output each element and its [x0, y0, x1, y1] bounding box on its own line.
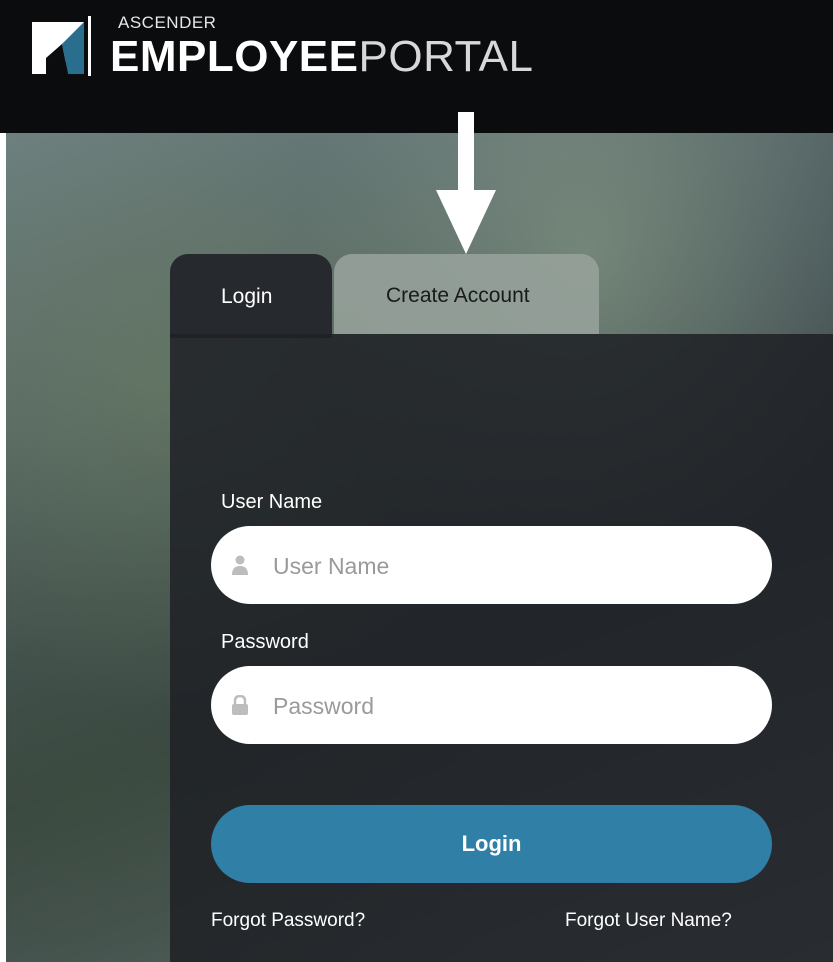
tab-create-account-label: Create Account — [386, 284, 530, 307]
password-field[interactable]: Password — [211, 666, 772, 744]
user-icon — [232, 555, 248, 575]
password-placeholder: Password — [273, 693, 374, 719]
login-button[interactable]: Login — [211, 805, 772, 883]
tab-login-label: Login — [221, 285, 273, 308]
logo-title-light: PORTAL — [358, 32, 534, 81]
app-header: ASCENDER EMPLOYEEPORTAL — [0, 0, 833, 133]
lock-icon — [232, 695, 248, 715]
logo-title: EMPLOYEEPORTAL — [110, 32, 533, 82]
logo-subtitle: ASCENDER — [118, 13, 217, 32]
forgot-password-link[interactable]: Forgot Password? — [211, 910, 365, 932]
username-label: User Name — [221, 491, 323, 513]
username-field[interactable]: User Name — [211, 526, 772, 604]
logo-title-bold: EMPLOYEE — [110, 32, 359, 81]
tab-login[interactable]: Login — [170, 254, 332, 338]
username-placeholder: User Name — [273, 553, 390, 579]
password-label: Password — [221, 631, 309, 653]
tab-create-account[interactable]: Create Account — [334, 254, 599, 334]
ascender-logo-icon — [32, 16, 91, 76]
forgot-username-link[interactable]: Forgot User Name? — [565, 910, 732, 932]
down-arrow-icon — [436, 112, 496, 254]
